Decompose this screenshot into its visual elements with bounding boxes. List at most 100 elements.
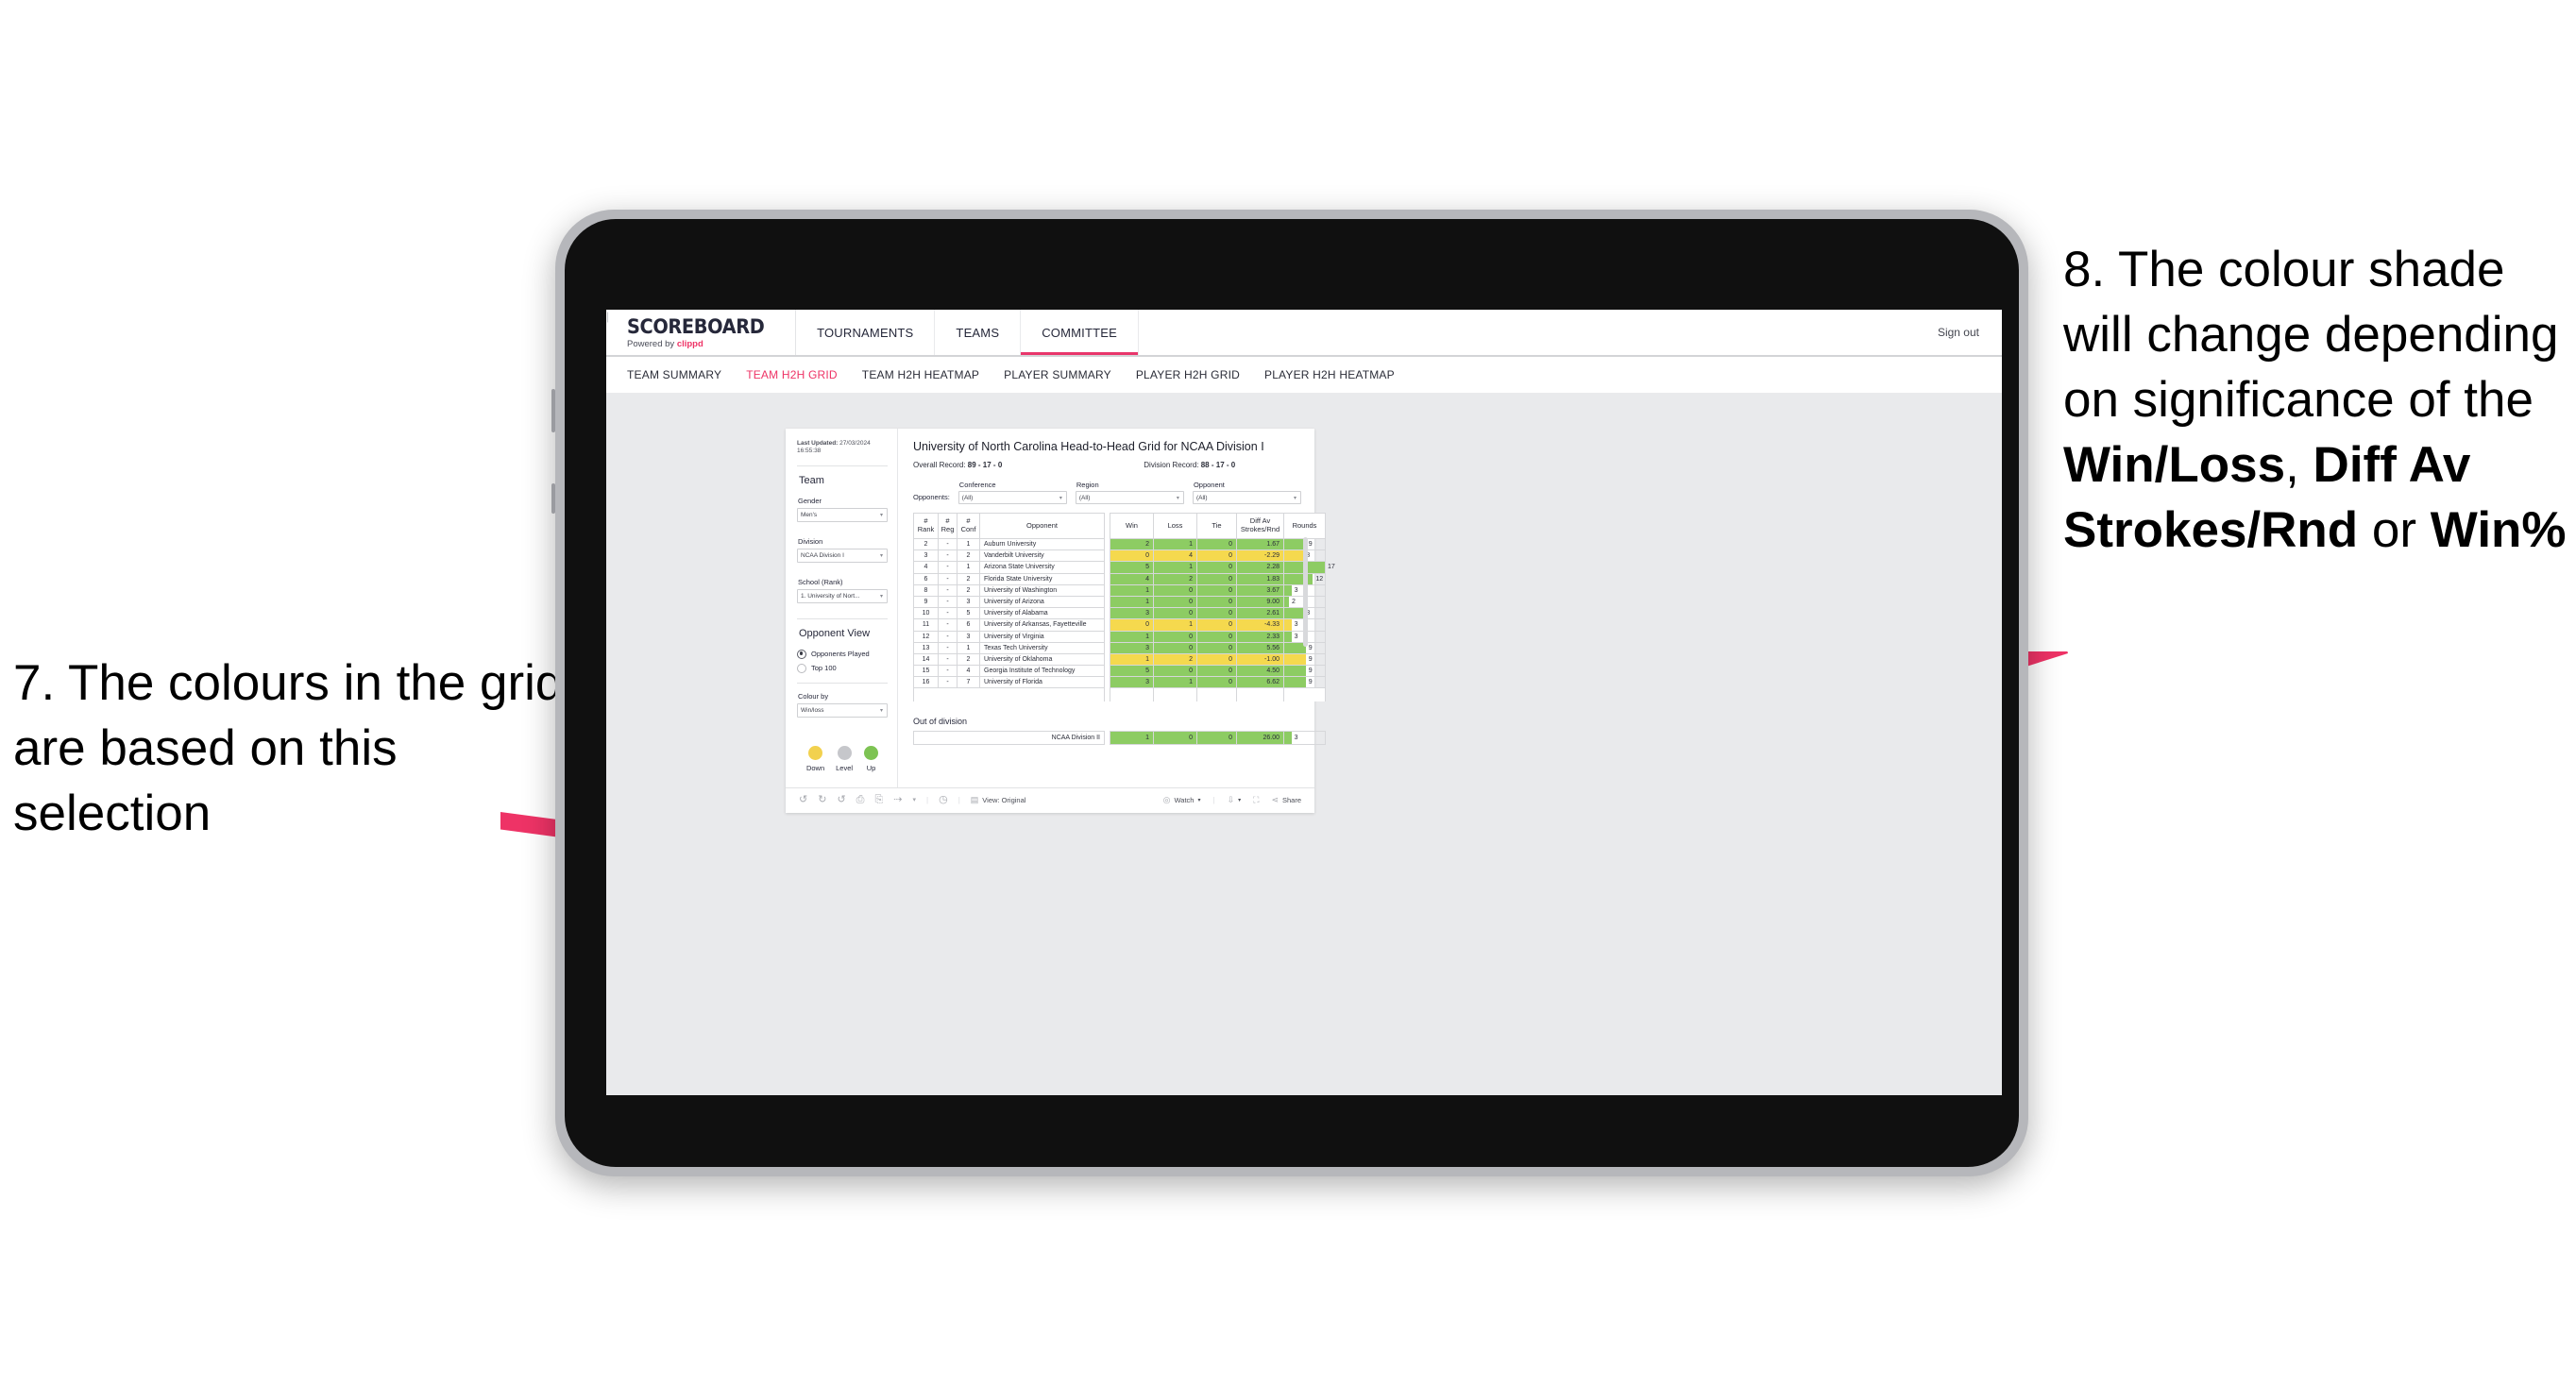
table-row[interactable]: 8-2 University of Washington 1 0 0 3.67 3	[913, 583, 1326, 597]
overall-record-value: 89 - 17 - 0	[967, 461, 1003, 469]
table-row[interactable]: 9-3 University of Arizona 1 0 0 9.00 2	[913, 595, 1326, 609]
radio-top-100[interactable]: Top 100	[797, 663, 888, 673]
toolbar-sep-1: |	[926, 796, 929, 805]
top-nav-committee[interactable]: COMMITTEE	[1021, 310, 1140, 355]
cell-loss: 2	[1153, 652, 1197, 667]
refresh-icon[interactable]: ⎙	[856, 795, 865, 805]
cell-win: 1	[1110, 630, 1154, 643]
col-conf[interactable]: # Conf	[957, 513, 980, 539]
download-button[interactable]: ⇩ ▾	[1228, 796, 1242, 804]
col-tie[interactable]: Tie	[1196, 513, 1237, 539]
cell-rank: 4	[913, 561, 939, 574]
sign-out-link[interactable]: Sign out	[1938, 326, 1979, 339]
subnav-player-summary[interactable]: PLAYER SUMMARY	[1004, 368, 1111, 381]
cell-diff: 4.50	[1236, 665, 1284, 678]
out-of-division-table: NCAA Division II 1 0 0 26.00 3	[913, 731, 1326, 746]
subnav-team-h2h-heatmap[interactable]: TEAM H2H HEATMAP	[862, 368, 979, 381]
cell-opponent: University of Arizona	[979, 595, 1105, 609]
legend-label-level: Level	[836, 763, 854, 772]
table-row[interactable]: 3-2 Vanderbilt University 0 4 0 -2.29 8	[913, 549, 1326, 563]
table-row[interactable]: 15-4 Georgia Institute of Technology 5 0 0 4.…	[913, 665, 1326, 678]
radio-opponents-played[interactable]: Opponents Played	[797, 649, 888, 659]
cell-rounds: 3	[1283, 731, 1326, 746]
app-topbar: SCOREBOARD Powered by clippd TOURNAMENTS…	[606, 310, 2002, 357]
redo-arrow-icon[interactable]: ⇢	[893, 795, 902, 805]
school-label: School (Rank)	[798, 577, 843, 586]
redo-icon[interactable]: ↻	[818, 795, 826, 805]
undo-icon[interactable]: ↺	[799, 795, 807, 805]
revert-icon[interactable]: ↺	[837, 795, 845, 805]
col-diff[interactable]: Diff Av Strokes/Rnd	[1236, 513, 1284, 539]
table-row[interactable]: 14-2 University of Oklahoma 1 2 0 -1.00 9	[913, 652, 1326, 667]
cell-win: 1	[1110, 731, 1154, 746]
h2h-table-wrapper: # Rank # Reg # Conf Opponent Win Loss Tie	[913, 513, 1335, 702]
col-loss[interactable]: Loss	[1153, 513, 1197, 539]
filter-opponent-select[interactable]: (All) ▾	[1192, 491, 1302, 504]
chevron-down-icon[interactable]: ▾	[913, 797, 917, 803]
brand-logo[interactable]: SCOREBOARD Powered by clippd	[606, 310, 797, 355]
filter-conference-label: Conference	[958, 481, 996, 489]
table-row[interactable]: 2-1 Auburn University 2 1 0 1.67 9	[913, 537, 1326, 551]
table-row[interactable]: 12-3 University of Virginia 1 0 0 2.33 3	[913, 630, 1326, 643]
colour-by-value: Win/loss	[801, 706, 824, 714]
subnav-player-h2h-grid[interactable]: PLAYER H2H GRID	[1136, 368, 1240, 381]
col-opponent[interactable]: Opponent	[979, 513, 1105, 539]
table-row[interactable]: 4-1 Arizona State University 5 1 0 2.28 17	[913, 561, 1335, 574]
annotation-left: 7. The colours in the grid are based on …	[13, 655, 564, 841]
overall-record-label: Overall Record:	[913, 461, 968, 469]
col-rank[interactable]: # Rank	[913, 513, 939, 539]
top-nav-teams[interactable]: TEAMS	[935, 310, 1022, 355]
fullscreen-icon[interactable]: ⛶	[1253, 796, 1259, 804]
chevron-down-icon: ▾	[879, 707, 883, 714]
col-win[interactable]: Win	[1110, 513, 1154, 539]
cell-tie: 0	[1196, 607, 1237, 620]
pause-icon[interactable]: ⎘	[874, 795, 883, 805]
filter-conference-select[interactable]: (All) ▾	[958, 491, 1067, 504]
cell-loss: 0	[1153, 583, 1197, 597]
cell-opponent: University of Florida	[979, 676, 1105, 689]
col-rounds[interactable]: Rounds	[1283, 513, 1326, 539]
out-of-division-body: NCAA Division II 1 0 0 26.00 3	[913, 731, 1326, 746]
workbook-container: Last Updated: 27/03/2024 16:55:38 Team G…	[786, 429, 1335, 813]
cell-reg: -	[938, 630, 958, 643]
division-select[interactable]: NCAA Division I ▾	[797, 548, 888, 563]
cell-rank: 11	[913, 618, 939, 632]
table-row[interactable]: 16-7 University of Florida 3 1 0 6.62 9	[913, 676, 1326, 689]
sidebar-divider-3	[797, 682, 888, 684]
filter-region-select[interactable]: (All) ▾	[1075, 491, 1184, 504]
division-record: Division Record: 88 - 17 - 0	[1144, 461, 1235, 469]
table-row[interactable]: 6-2 Florida State University 4 2 0 1.83 12	[913, 572, 1326, 585]
table-row[interactable]: NCAA Division II 1 0 0 26.00 3	[913, 731, 1326, 746]
chevron-down-icon: ▾	[879, 512, 883, 518]
school-select[interactable]: 1. University of Nort... ▾	[797, 588, 888, 603]
toolbar-right: ◎ Watch ▾ | ⇩ ▾ ⛶ ⋖ Share	[1162, 795, 1314, 805]
watch-button[interactable]: ◎ Watch ▾	[1162, 795, 1201, 805]
blank-win	[1110, 687, 1154, 702]
watch-label: Watch	[1174, 796, 1195, 805]
gender-select[interactable]: Men's ▾	[797, 507, 888, 522]
subnav-player-h2h-heatmap[interactable]: PLAYER H2H HEATMAP	[1264, 368, 1395, 381]
cell-rank: 10	[913, 607, 939, 620]
clock-icon[interactable]: ◷	[939, 795, 948, 805]
table-scrollbar[interactable]	[1303, 537, 1308, 647]
cell-opponent: Vanderbilt University	[979, 549, 1105, 563]
table-row[interactable]: 10-5 University of Alabama 3 0 0 2.61 8	[913, 607, 1326, 620]
cell-tie: 0	[1196, 561, 1237, 574]
table-row[interactable]: 13-1 Texas Tech University 3 0 0 5.56 9	[913, 641, 1326, 654]
view-original-button[interactable]: ▤ View: Original	[971, 796, 1026, 805]
tablet-button-volume-up	[551, 483, 555, 514]
subnav-team-summary[interactable]: TEAM SUMMARY	[627, 368, 721, 381]
rounds-bar	[1284, 677, 1306, 688]
table-row[interactable]: 11-6 University of Arkansas, Fayetteville…	[913, 618, 1326, 632]
col-reg[interactable]: # Reg	[938, 513, 958, 539]
cell-conf: 1	[957, 641, 980, 654]
subnav-team-h2h-grid[interactable]: TEAM H2H GRID	[746, 368, 838, 381]
annotation-right-bold3: Win%	[2430, 501, 2567, 558]
rounds-bar	[1284, 608, 1304, 619]
annotation-right: 8. The colour shade will change dependin…	[2063, 238, 2573, 563]
top-nav-tournaments[interactable]: TOURNAMENTS	[796, 310, 936, 355]
watch-icon: ◎	[1162, 795, 1171, 805]
filter-conference: Conference (All) ▾	[958, 481, 1067, 504]
colour-by-select[interactable]: Win/loss ▾	[797, 702, 888, 718]
share-button[interactable]: ⋖ Share	[1271, 796, 1301, 805]
